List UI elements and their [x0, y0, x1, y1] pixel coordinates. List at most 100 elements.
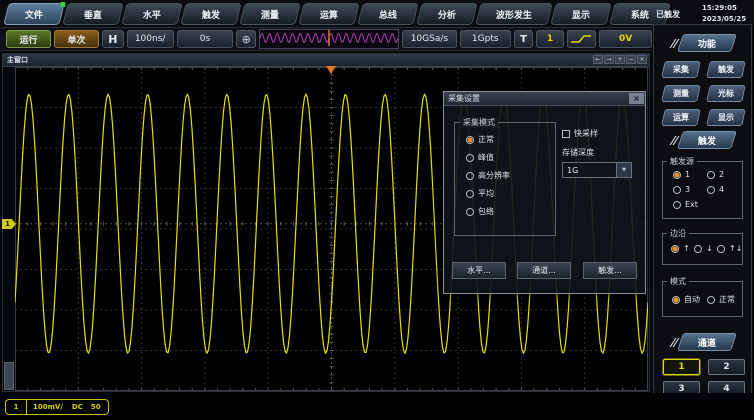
timebase-button[interactable]: 100ns/ [127, 30, 174, 48]
radio-dot-icon [466, 172, 474, 180]
menu-item-display[interactable]: 显示 [550, 3, 611, 25]
menu-item-file[interactable]: 文件 [3, 3, 64, 25]
radio-dot-icon [694, 245, 702, 253]
display-button[interactable]: 显示 [706, 109, 746, 126]
menu-item-measure[interactable]: 测量 [239, 3, 300, 25]
menu-item-math[interactable]: 运算 [298, 3, 359, 25]
radio-dot-icon [673, 171, 681, 179]
horizontal-label-button[interactable]: H [102, 30, 124, 48]
radio-dot-icon [466, 154, 474, 162]
radio-mode-peak[interactable]: 峰值 [466, 152, 494, 163]
edge-falling[interactable]: ↓ [694, 244, 713, 253]
cursor-button[interactable]: 光标 [706, 85, 746, 102]
window-left-icon[interactable]: ← [593, 55, 603, 64]
acquire-button[interactable]: 采集 [661, 61, 701, 78]
badge-scale: 100mV/ [33, 403, 63, 411]
mode-normal[interactable]: 正常 [707, 294, 735, 305]
channel1-ground-marker[interactable]: 1 [2, 219, 16, 229]
badge-channel-number: 1 [6, 400, 27, 414]
channel1-badge[interactable]: 1 100mV/ DC 50 [5, 399, 109, 415]
waveform-preview[interactable] [259, 29, 399, 49]
checkbox-icon [562, 130, 570, 138]
preview-wave-icon [260, 30, 398, 46]
trigger-source-1[interactable]: 1 [673, 170, 690, 179]
trigger-position-marker-icon[interactable] [326, 66, 336, 74]
window-close-icon[interactable]: × [637, 55, 647, 64]
memory-depth-label: 存储深度 [562, 147, 594, 158]
channel-dialog-button[interactable]: 通道... [517, 262, 571, 279]
radio-dot-icon [707, 171, 715, 179]
toolbar: 运行 单次 H 100ns/ 0s ⊕ 10GSa/s 1Gpts T 1 0V [0, 27, 652, 51]
menu-item-trigger[interactable]: 触发 [180, 3, 241, 25]
fast-sample-checkbox[interactable]: 快采样 [562, 128, 598, 139]
trigger-source-2[interactable]: 2 [707, 170, 724, 179]
menu-item-vertical[interactable]: 垂直 [62, 3, 123, 25]
radio-dot-icon [707, 186, 715, 194]
scrollbar-thumb[interactable] [4, 362, 14, 390]
clock: 15:29:05 2023/05/25 [702, 3, 746, 25]
radio-dot-icon [707, 296, 715, 304]
side-panel: ∕∕ 功能 采集 触发 测量 光标 运算 显示 ∕∕ 触发 触发源 1 2 3 … [653, 24, 752, 418]
memory-depth-button[interactable]: 1Gpts [460, 30, 511, 48]
radio-dot-icon [673, 186, 681, 194]
horizontal-position-button[interactable]: 0s [177, 30, 234, 48]
window-right-icon[interactable]: → [604, 55, 614, 64]
radio-mode-normal[interactable]: 正常 [466, 134, 494, 145]
horizontal-dialog-button[interactable]: 水平... [452, 262, 506, 279]
run-button[interactable]: 运行 [6, 30, 51, 48]
math-button[interactable]: 运算 [661, 109, 701, 126]
window-minimize-icon[interactable]: − [626, 55, 636, 64]
trigger-source-3[interactable]: 3 [673, 185, 690, 194]
measure-button[interactable]: 测量 [661, 85, 701, 102]
function-section-header: ∕∕ 功能 [654, 34, 751, 52]
chevron-down-icon: ▼ [616, 163, 631, 177]
trigger-source-ext[interactable]: Ext [673, 200, 698, 209]
bottom-bar: 1 100mV/ DC 50 [0, 393, 754, 420]
trigger-section-header: ∕∕ 触发 [654, 131, 751, 149]
dialog-close-icon[interactable]: × [629, 93, 644, 104]
menu-item-analyze[interactable]: 分析 [416, 3, 477, 25]
dialog-titlebar[interactable]: 采集设置 × [444, 92, 645, 106]
trigger-label-button[interactable]: T [514, 30, 534, 48]
trigger-button[interactable]: 触发 [706, 61, 746, 78]
trigger-source-group: 触发源 1 2 3 4 Ext [662, 161, 743, 219]
acquisition-mode-label: 采集模式 [460, 117, 498, 128]
mode-auto[interactable]: 自动 [672, 294, 700, 305]
edge-rising[interactable]: ↑ [671, 244, 690, 253]
radio-dot-icon [672, 296, 680, 304]
menu-bar: 文件 垂直 水平 触发 测量 运算 总线 分析 波形发生 显示 系统 已触发 1… [0, 0, 754, 27]
trigger-header-button[interactable]: 触发 [677, 131, 737, 149]
zoom-icon[interactable]: ⊕ [236, 30, 256, 48]
menu-item-wavegen[interactable]: 波形发生 [475, 3, 552, 25]
mode-group: 模式 自动 正常 [662, 281, 743, 317]
trigger-source-4[interactable]: 4 [707, 185, 724, 194]
radio-mode-average[interactable]: 平均 [466, 188, 494, 199]
radio-mode-envelope[interactable]: 包络 [466, 206, 494, 217]
badge-coupling: DC [72, 403, 83, 411]
radio-mode-hires[interactable]: 高分辨率 [466, 170, 510, 181]
status-dot-icon [60, 2, 65, 7]
waveform-window-title: 主窗口 [7, 55, 28, 65]
trigger-level-button[interactable]: 0V [599, 30, 652, 48]
memory-depth-dropdown[interactable]: 1G ▼ [562, 162, 632, 178]
trigger-dialog-button[interactable]: 触发... [583, 262, 637, 279]
window-controls: ← → + − × [593, 55, 647, 64]
edge-both[interactable]: ↑↓ [717, 244, 742, 253]
radio-dot-icon [673, 201, 681, 209]
edge-group: 边沿 ↑ ↓ ↑↓ [662, 233, 743, 265]
menu-item-horizontal[interactable]: 水平 [121, 3, 182, 25]
channel-header-button[interactable]: 通道 [677, 333, 737, 351]
channel-1-button[interactable]: 1 [663, 359, 700, 375]
single-button[interactable]: 单次 [54, 30, 99, 48]
menu-item-bus[interactable]: 总线 [357, 3, 418, 25]
channel-buttons: 1 2 3 4 [663, 359, 745, 397]
function-buttons: 采集 触发 测量 光标 运算 显示 [663, 61, 744, 126]
window-add-icon[interactable]: + [615, 55, 625, 64]
rising-edge-icon[interactable] [567, 30, 596, 48]
function-header-button[interactable]: 功能 [677, 34, 737, 52]
sample-rate-button[interactable]: 10GSa/s [402, 30, 457, 48]
trigger-source-button[interactable]: 1 [536, 30, 563, 48]
radio-dot-icon [466, 136, 474, 144]
channel-2-button[interactable]: 2 [708, 359, 745, 375]
dialog-title: 采集设置 [448, 93, 480, 104]
